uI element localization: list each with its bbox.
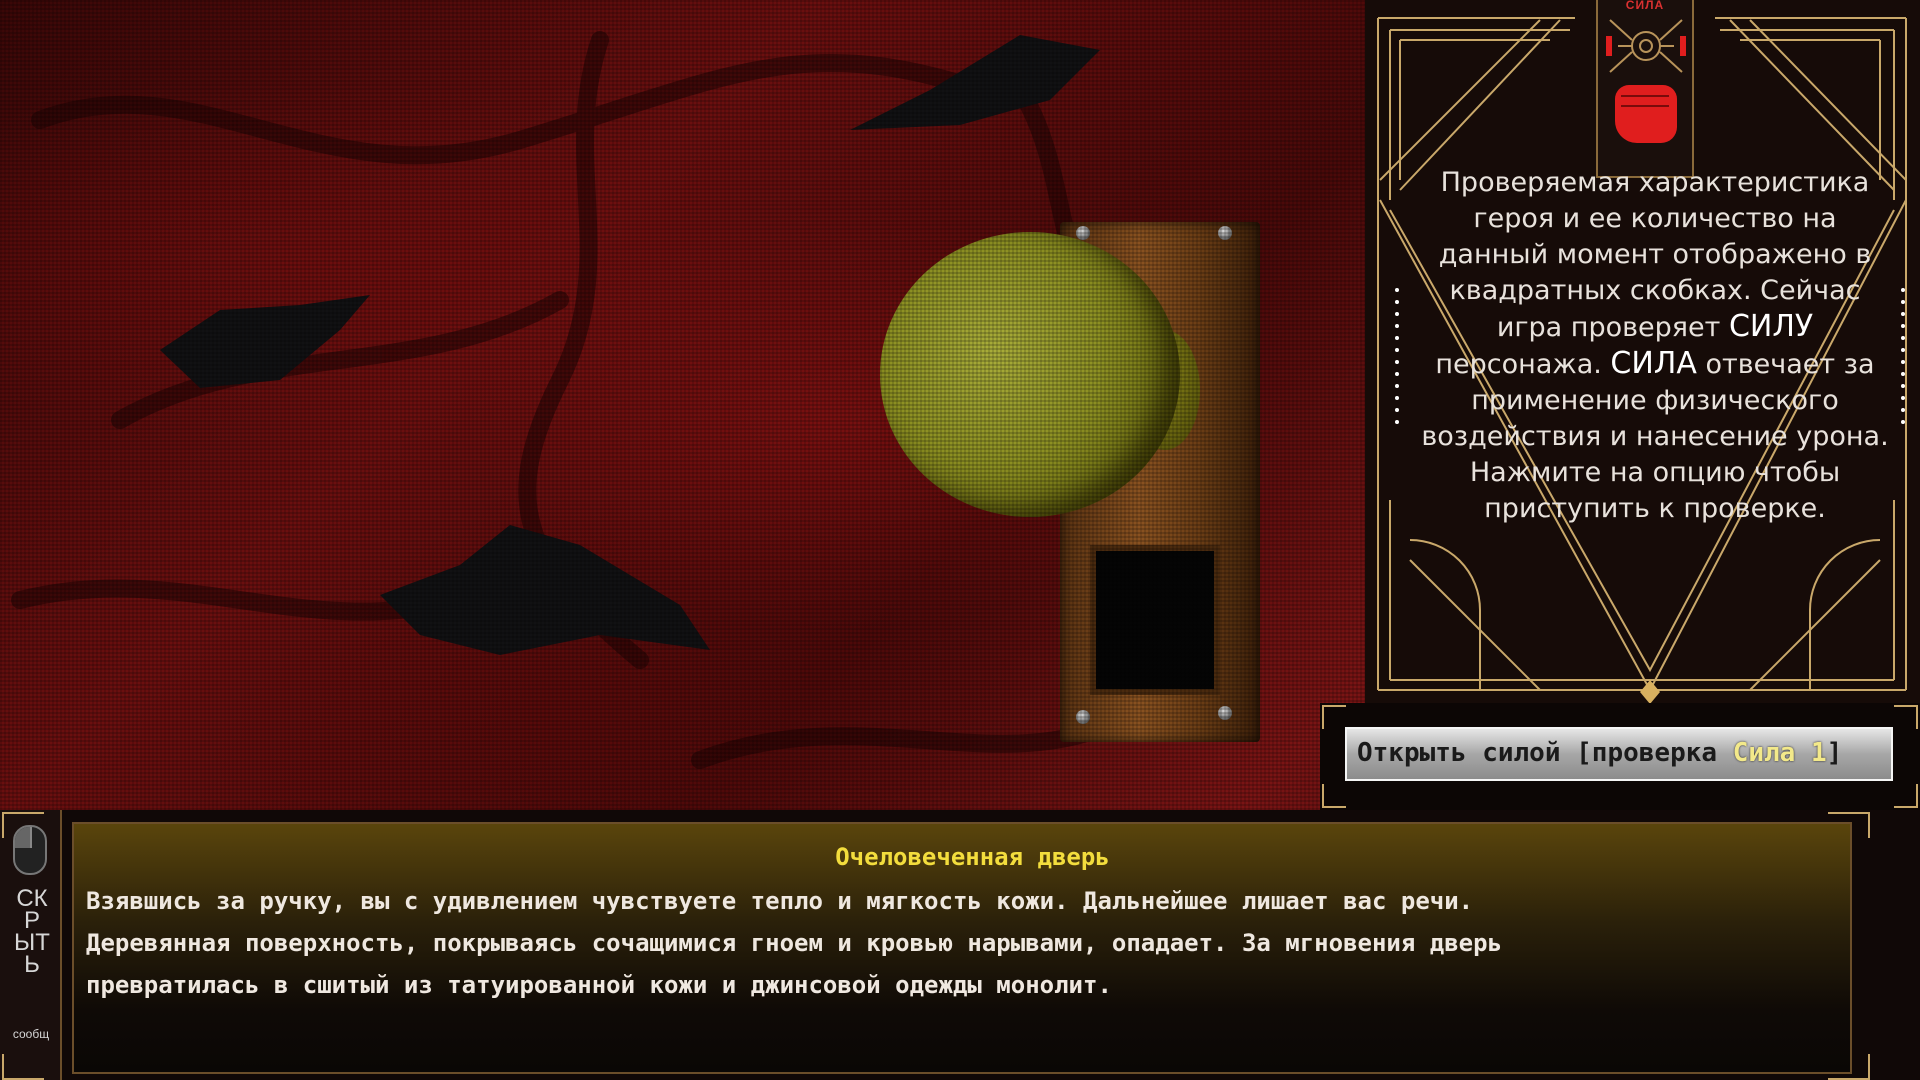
frame-corner — [1828, 812, 1870, 838]
speaker-name: Очеловеченная дверь — [835, 843, 1110, 871]
stat-card: СИЛА — [1596, 0, 1694, 178]
frame-corner — [1828, 1054, 1870, 1080]
dialogue-text[interactable]: Взявшись за ручку, вы с удивлением чувст… — [86, 880, 1846, 1006]
fist-icon — [1615, 85, 1677, 143]
frame-corner — [1894, 705, 1918, 729]
screw-icon — [1076, 710, 1090, 724]
card-ornament-icon — [1606, 19, 1686, 73]
tutorial-text-part: персонажа. — [1435, 349, 1611, 380]
mouse-icon — [13, 825, 47, 875]
frame-corner — [1322, 784, 1346, 808]
stat-name-highlight: СИЛА — [1610, 346, 1697, 381]
hide-message-sublabel: сообщ — [12, 1027, 50, 1041]
hide-message-label[interactable]: СКРЫТЬ — [14, 887, 50, 977]
frame-corner — [2, 1054, 44, 1080]
choice-option-force-open[interactable]: Открыть силой [проверка Сила 1] — [1345, 727, 1893, 781]
choice-label: Открыть силой [проверка — [1357, 738, 1733, 768]
frame-corner — [1322, 705, 1346, 729]
tutorial-text: Проверяемая характеристика героя и ее ко… — [1420, 165, 1890, 527]
stat-name-highlight: СИЛУ — [1728, 309, 1814, 344]
stat-card-label: СИЛА — [1625, 0, 1665, 12]
choice-label-end: ] — [1826, 738, 1843, 768]
choice-stat-highlight: Сила 1 — [1732, 738, 1827, 768]
frame-corner — [1894, 784, 1918, 808]
